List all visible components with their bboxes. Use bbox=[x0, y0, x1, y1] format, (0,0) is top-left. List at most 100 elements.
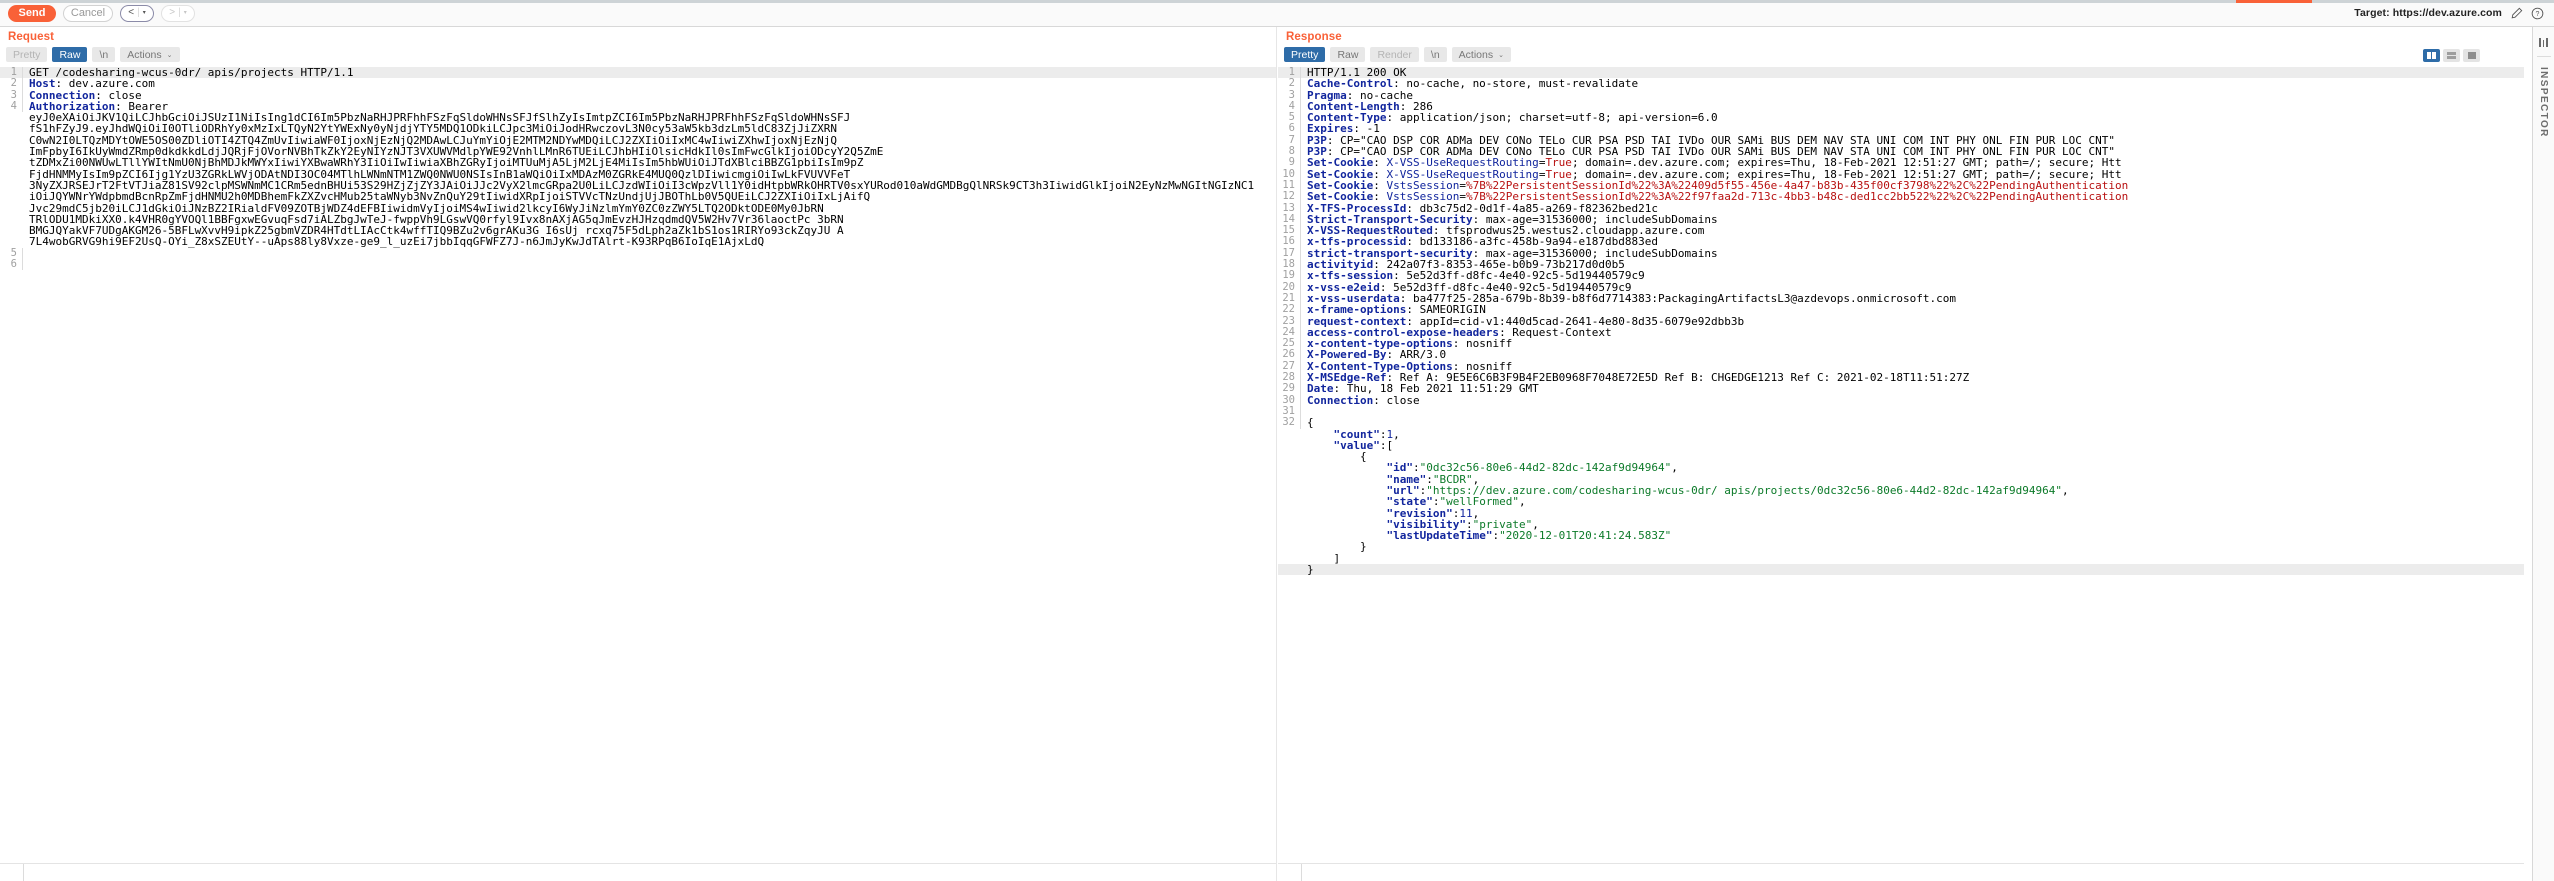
collapse-panel-icon[interactable] bbox=[2537, 35, 2551, 49]
tab-response-pretty[interactable]: Pretty bbox=[1284, 47, 1325, 62]
svg-text:?: ? bbox=[2536, 11, 2540, 18]
send-button[interactable]: Send bbox=[8, 5, 56, 22]
code-token: : no-cache bbox=[1347, 90, 1413, 101]
code-text: Host: dev.azure.com bbox=[23, 78, 1276, 89]
code-text: { bbox=[1301, 417, 2524, 428]
code-token: X-VSS-UseRequestRouting bbox=[1386, 169, 1538, 180]
response-editor[interactable]: 1HTTP/1.1 200 OK2Cache-Control: no-cache… bbox=[1278, 67, 2524, 863]
code-text: HTTP/1.1 200 OK bbox=[1301, 67, 2524, 78]
code-text: FjdHNMMyIsIm9pZCI6Ijg1YzU3ZGRkLWVjODAtND… bbox=[23, 169, 1276, 180]
code-line: "state":"wellFormed", bbox=[1278, 496, 2524, 507]
code-line: 17strict-transport-security: max-age=315… bbox=[1278, 248, 2524, 259]
code-line: fS1hFZyJ9.eyJhdWQiOiI0OTliODRhYy0xMzIxLT… bbox=[0, 123, 1276, 134]
layout-single-pane-button[interactable] bbox=[2463, 49, 2480, 62]
code-line: C0wN2I0LTQzMDYtOWE5OS00ZDliOTI4ZTQ4ZmUvI… bbox=[0, 135, 1276, 146]
next-request-button[interactable]: > | ▾ bbox=[161, 5, 195, 22]
code-line: 1GET /codesharing-wcus-0dr/_apis/project… bbox=[0, 67, 1276, 78]
code-token: x-content-type-options bbox=[1307, 338, 1453, 349]
code-line: 21x-vss-userdata: ba477f25-285a-679b-8b3… bbox=[1278, 293, 2524, 304]
tab-response-render[interactable]: Render bbox=[1370, 47, 1418, 62]
code-token: X-Content-Type-Options bbox=[1307, 361, 1453, 372]
repeater-toolbar: Send Cancel < | ▾ > | ▾ Target: https://… bbox=[0, 0, 2554, 27]
code-line: 32{ bbox=[1278, 417, 2524, 428]
code-text: Content-Type: application/json; charset=… bbox=[1301, 112, 2524, 123]
layout-split-vertical-button[interactable] bbox=[2423, 49, 2440, 62]
nav-separator: | bbox=[137, 8, 140, 18]
code-text: "name":"BCDR", bbox=[1301, 474, 2524, 485]
tab-response-newline[interactable]: \n bbox=[1424, 47, 1447, 62]
response-panel: Response Pretty Raw Render \n Actions ⌄ … bbox=[1278, 27, 2524, 881]
code-line: "visibility":"private", bbox=[1278, 519, 2524, 530]
tab-request-raw[interactable]: Raw bbox=[52, 47, 87, 62]
code-text: x-frame-options: SAMEORIGIN bbox=[1301, 304, 2524, 315]
code-token bbox=[1307, 508, 1386, 519]
code-token: %7B%22PersistentSessionId%22%3A%22409d5f… bbox=[1466, 180, 2128, 191]
chevron-down-icon[interactable]: ▾ bbox=[143, 10, 146, 16]
code-token: "value" bbox=[1334, 440, 1380, 451]
tab-request-newline[interactable]: \n bbox=[92, 47, 115, 62]
code-line: 5Content-Type: application/json; charset… bbox=[1278, 112, 2524, 123]
chevron-down-icon[interactable]: ▾ bbox=[184, 10, 187, 16]
line-number: 2 bbox=[1278, 78, 1301, 89]
code-text: "revision":11, bbox=[1301, 508, 2524, 519]
code-token: Jvc29mdC5jb20iLCJ1dGkiOiJNzBZ2IRialdFV09… bbox=[29, 203, 824, 214]
code-token: : bbox=[1373, 157, 1386, 168]
request-editor[interactable]: 1GET /codesharing-wcus-0dr/_apis/project… bbox=[0, 67, 1276, 863]
code-text: Strict-Transport-Security: max-age=31536… bbox=[1301, 214, 2524, 225]
code-token: Pragma bbox=[1307, 90, 1347, 101]
code-line: 7L4wobGRVG9hi9EF2UsQ-OYi_Z8xSZEUtY--uAps… bbox=[0, 236, 1276, 247]
code-token: eyJ0eXAiOiJKV1QiLCJhbGciOiJSUzI1NiIsIng1… bbox=[29, 112, 850, 123]
code-line: FjdHNMMyIsIm9pZCI6Ijg1YzU3ZGRkLWVjODAtND… bbox=[0, 169, 1276, 180]
layout-split-horizontal-button[interactable] bbox=[2443, 49, 2460, 62]
code-token: "state" bbox=[1386, 496, 1432, 507]
code-text: "state":"wellFormed", bbox=[1301, 496, 2524, 507]
code-token: Content-Type bbox=[1307, 112, 1386, 123]
code-token: True bbox=[1545, 169, 1572, 180]
inspector-divider bbox=[2537, 56, 2551, 57]
code-token: x-tfs-session bbox=[1307, 270, 1393, 281]
code-token: , bbox=[1519, 496, 1526, 507]
previous-request-button[interactable]: < | ▾ bbox=[120, 5, 154, 22]
line-number: 32 bbox=[1278, 417, 1301, 428]
code-token: : nosniff bbox=[1453, 361, 1513, 372]
code-token bbox=[1307, 429, 1334, 440]
code-token: True bbox=[1545, 157, 1572, 168]
code-text: 3NyZXJRSEJrT2FtVTJiaZ81SV92clpMSWNmMC1CR… bbox=[23, 180, 1276, 191]
code-token: x-frame-options bbox=[1307, 304, 1406, 315]
cancel-button[interactable]: Cancel bbox=[63, 5, 113, 22]
question-circle-icon[interactable]: ? bbox=[2531, 7, 2544, 20]
tab-request-pretty[interactable]: Pretty bbox=[6, 47, 47, 62]
request-search-bar[interactable] bbox=[0, 863, 1276, 881]
code-token: Connection bbox=[29, 90, 95, 101]
inspector-label[interactable]: INSPECTOR bbox=[2538, 67, 2549, 138]
code-line: 3Pragma: no-cache bbox=[1278, 90, 2524, 101]
split-horizontal-icon bbox=[2447, 52, 2456, 59]
code-token: : Thu, 18 Feb 2021 11:51:29 GMT bbox=[1334, 383, 1539, 394]
response-actions-menu[interactable]: Actions ⌄ bbox=[1452, 47, 1511, 62]
code-token: : appId=cid-v1:440d5cad-2641-4e80-8d35-6… bbox=[1406, 316, 1744, 327]
response-actions-label: Actions bbox=[1459, 49, 1493, 61]
code-token: , bbox=[1473, 508, 1480, 519]
code-token bbox=[1307, 485, 1386, 496]
tab-response-raw[interactable]: Raw bbox=[1330, 47, 1365, 62]
request-panel: Request Pretty Raw \n Actions ⌄ 1GET /co… bbox=[0, 27, 1276, 881]
code-line: 20x-vss-e2eid: 5e52d3ff-d8fc-4e40-92c5-5… bbox=[1278, 282, 2524, 293]
code-token: "wellFormed" bbox=[1439, 496, 1518, 507]
code-token: ; domain=.dev.azure.com; expires=Thu, 18… bbox=[1572, 169, 2122, 180]
code-token: Set-Cookie bbox=[1307, 191, 1373, 202]
response-search-bar[interactable] bbox=[1278, 863, 2524, 881]
code-text: { bbox=[1301, 451, 2524, 462]
code-token: x-vss-userdata bbox=[1307, 293, 1400, 304]
toolbar-right-group: Target: https://dev.azure.com ? bbox=[2354, 7, 2554, 20]
code-text: BMGJQYakVF7UDgAKGM26-5BFLwXvvH9ipkZ25gbm… bbox=[23, 225, 1276, 236]
code-token: "BCDR" bbox=[1433, 474, 1473, 485]
code-token: { bbox=[1307, 451, 1367, 462]
code-line: BMGJQYakVF7UDgAKGM26-5BFLwXvvH9ipkZ25gbm… bbox=[0, 225, 1276, 236]
pencil-icon[interactable] bbox=[2510, 7, 2523, 20]
code-token: FjdHNMMyIsIm9pZCI6Ijg1YzU3ZGRkLWVjODAtND… bbox=[29, 169, 850, 180]
code-token: fS1hFZyJ9.eyJhdWQiOiI0OTliODRhYy0xMzIxLT… bbox=[29, 123, 837, 134]
request-actions-menu[interactable]: Actions ⌄ bbox=[120, 47, 179, 62]
code-line: 2Host: dev.azure.com bbox=[0, 78, 1276, 89]
code-token: 11 bbox=[1459, 508, 1472, 519]
code-text: Pragma: no-cache bbox=[1301, 90, 2524, 101]
